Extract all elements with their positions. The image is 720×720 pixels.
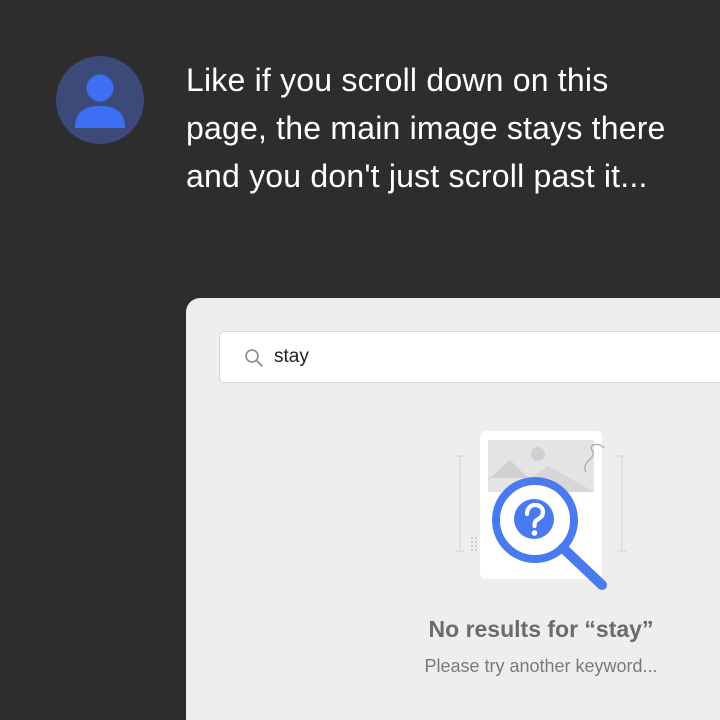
- search-icon: [245, 349, 263, 367]
- chat-screenshot: Like if you scroll down on this page, th…: [0, 0, 720, 720]
- search-input[interactable]: [274, 342, 574, 372]
- user-icon: [75, 74, 125, 128]
- no-results-title: No results for “stay”: [428, 616, 654, 642]
- no-results-magnifier-icon: [456, 431, 626, 590]
- search-bar[interactable]: [219, 331, 720, 383]
- no-results-subtitle: Please try another keyword...: [424, 656, 658, 676]
- embedded-page-screenshot: No results for “stay” Please try another…: [186, 298, 720, 720]
- chat-message: Like if you scroll down on this page, th…: [186, 62, 666, 194]
- avatar: [56, 56, 144, 144]
